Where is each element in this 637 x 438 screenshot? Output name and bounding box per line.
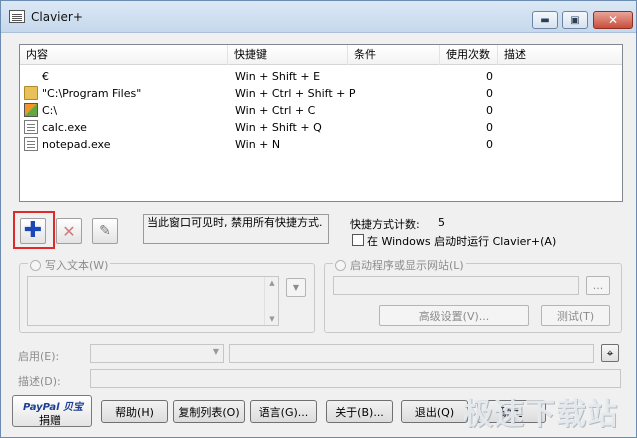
- row-content: notepad.exe: [42, 138, 111, 151]
- watermark: 极速下载站: [463, 397, 618, 432]
- paypal-donate-button[interactable]: PayPal 贝宝 捐赠: [12, 395, 92, 427]
- target-button[interactable]: ⌖: [601, 344, 619, 362]
- row-usage: 0: [486, 87, 493, 100]
- delete-icon: ✕: [62, 221, 76, 241]
- table-row[interactable]: calc.exe Win + Shift + Q 0: [20, 119, 622, 136]
- text-menu-button[interactable]: ▼: [286, 278, 306, 297]
- copy-list-button[interactable]: 复制列表(O): [173, 400, 245, 423]
- title-bar[interactable]: Clavier+ ▬ ▣ ✕: [1, 1, 636, 33]
- row-shortcut: Win + Shift + Q: [235, 121, 322, 134]
- donate-label: 捐赠: [39, 414, 61, 427]
- file-icon: [24, 137, 38, 151]
- advanced-settings-button[interactable]: 高级设置(V)...: [379, 305, 529, 326]
- shortcut-count-value: 5: [438, 216, 445, 229]
- window-title: Clavier+: [31, 10, 83, 24]
- row-content: calc.exe: [42, 121, 87, 134]
- scroll-down-icon[interactable]: ▼: [265, 313, 279, 325]
- exit-button[interactable]: 退出(Q): [401, 400, 468, 423]
- launch-radio[interactable]: 启动程序或显示网站(L): [333, 257, 466, 273]
- radio-icon: [30, 259, 41, 271]
- main-window: Clavier+ ▬ ▣ ✕ 内容 快捷键 条件 使用次数 描述 € Win +…: [0, 0, 637, 438]
- chevron-down-icon: ▼: [212, 347, 219, 356]
- shortcut-list[interactable]: 内容 快捷键 条件 使用次数 描述 € Win + Shift + E 0 "C…: [19, 44, 623, 202]
- column-condition[interactable]: 条件: [348, 45, 440, 65]
- table-row[interactable]: C:\ Win + Ctrl + C 0: [20, 102, 622, 119]
- folder-icon: [24, 86, 38, 100]
- maximize-button[interactable]: ▣: [562, 11, 588, 29]
- condition-field[interactable]: [229, 344, 594, 363]
- startup-checkbox-label[interactable]: 在 Windows 启动时运行 Clavier+(A): [367, 233, 556, 249]
- program-path-field[interactable]: [333, 276, 579, 295]
- help-button[interactable]: 帮助(H): [101, 400, 168, 423]
- launch-label: 启动程序或显示网站(L): [350, 259, 464, 272]
- column-description[interactable]: 描述: [498, 45, 622, 65]
- row-shortcut: Win + N: [235, 138, 281, 151]
- row-content: C:\: [42, 104, 58, 117]
- row-shortcut: Win + Ctrl + Shift + P: [235, 87, 356, 100]
- row-usage: 0: [486, 104, 493, 117]
- column-usage-count[interactable]: 使用次数: [440, 45, 498, 65]
- crosshair-icon: ⌖: [606, 345, 614, 360]
- row-content: "C:\Program Files": [42, 87, 142, 100]
- row-usage: 0: [486, 138, 493, 151]
- browse-button[interactable]: ...: [586, 276, 610, 295]
- close-button[interactable]: ✕: [593, 11, 633, 29]
- plus-icon: ✚: [23, 218, 43, 243]
- row-usage: 0: [486, 121, 493, 134]
- description-label: 描述(D):: [18, 375, 61, 388]
- description-field[interactable]: [90, 369, 621, 388]
- paypal-logo: PayPal 贝宝: [23, 402, 83, 413]
- shortcut-count-label: 快捷方式计数:: [350, 218, 420, 231]
- column-shortcut[interactable]: 快捷键: [228, 45, 348, 65]
- row-shortcut: Win + Ctrl + C: [235, 104, 316, 117]
- column-content[interactable]: 内容: [20, 45, 228, 65]
- text-area[interactable]: ▲ ▼: [27, 276, 279, 326]
- language-button[interactable]: 语言(G)...: [250, 400, 317, 423]
- table-row[interactable]: notepad.exe Win + N 0: [20, 136, 622, 153]
- table-row[interactable]: € Win + Shift + E 0: [20, 68, 622, 85]
- scroll-up-icon[interactable]: ▲: [265, 277, 279, 289]
- enable-label: 启用(E):: [18, 350, 60, 363]
- about-button[interactable]: 关于(B)...: [326, 400, 393, 423]
- row-usage: 0: [486, 70, 493, 83]
- file-icon: [24, 120, 38, 134]
- row-shortcut: Win + Shift + E: [235, 70, 321, 83]
- startup-checkbox[interactable]: [352, 234, 364, 246]
- keyboard-icon: [9, 10, 25, 23]
- enable-select[interactable]: ▼: [90, 344, 224, 363]
- test-button[interactable]: 测试(T): [541, 305, 610, 326]
- row-content: €: [42, 70, 49, 83]
- pencil-icon: ✎: [99, 223, 111, 239]
- delete-button[interactable]: ✕: [56, 218, 82, 244]
- disable-note: 当此窗口可见时, 禁用所有快捷方式.: [143, 214, 329, 244]
- radio-icon: [335, 259, 346, 271]
- list-header: 内容 快捷键 条件 使用次数 描述: [20, 45, 622, 65]
- write-text-radio[interactable]: 写入文本(W): [28, 257, 111, 273]
- text-scrollbar[interactable]: ▲ ▼: [264, 277, 278, 325]
- add-button[interactable]: ✚: [20, 218, 46, 244]
- table-row[interactable]: "C:\Program Files" Win + Ctrl + Shift + …: [20, 85, 622, 102]
- drive-icon: [24, 103, 38, 117]
- edit-button[interactable]: ✎: [92, 218, 118, 244]
- minimize-button[interactable]: ▬: [532, 11, 558, 29]
- write-text-label: 写入文本(W): [45, 259, 109, 272]
